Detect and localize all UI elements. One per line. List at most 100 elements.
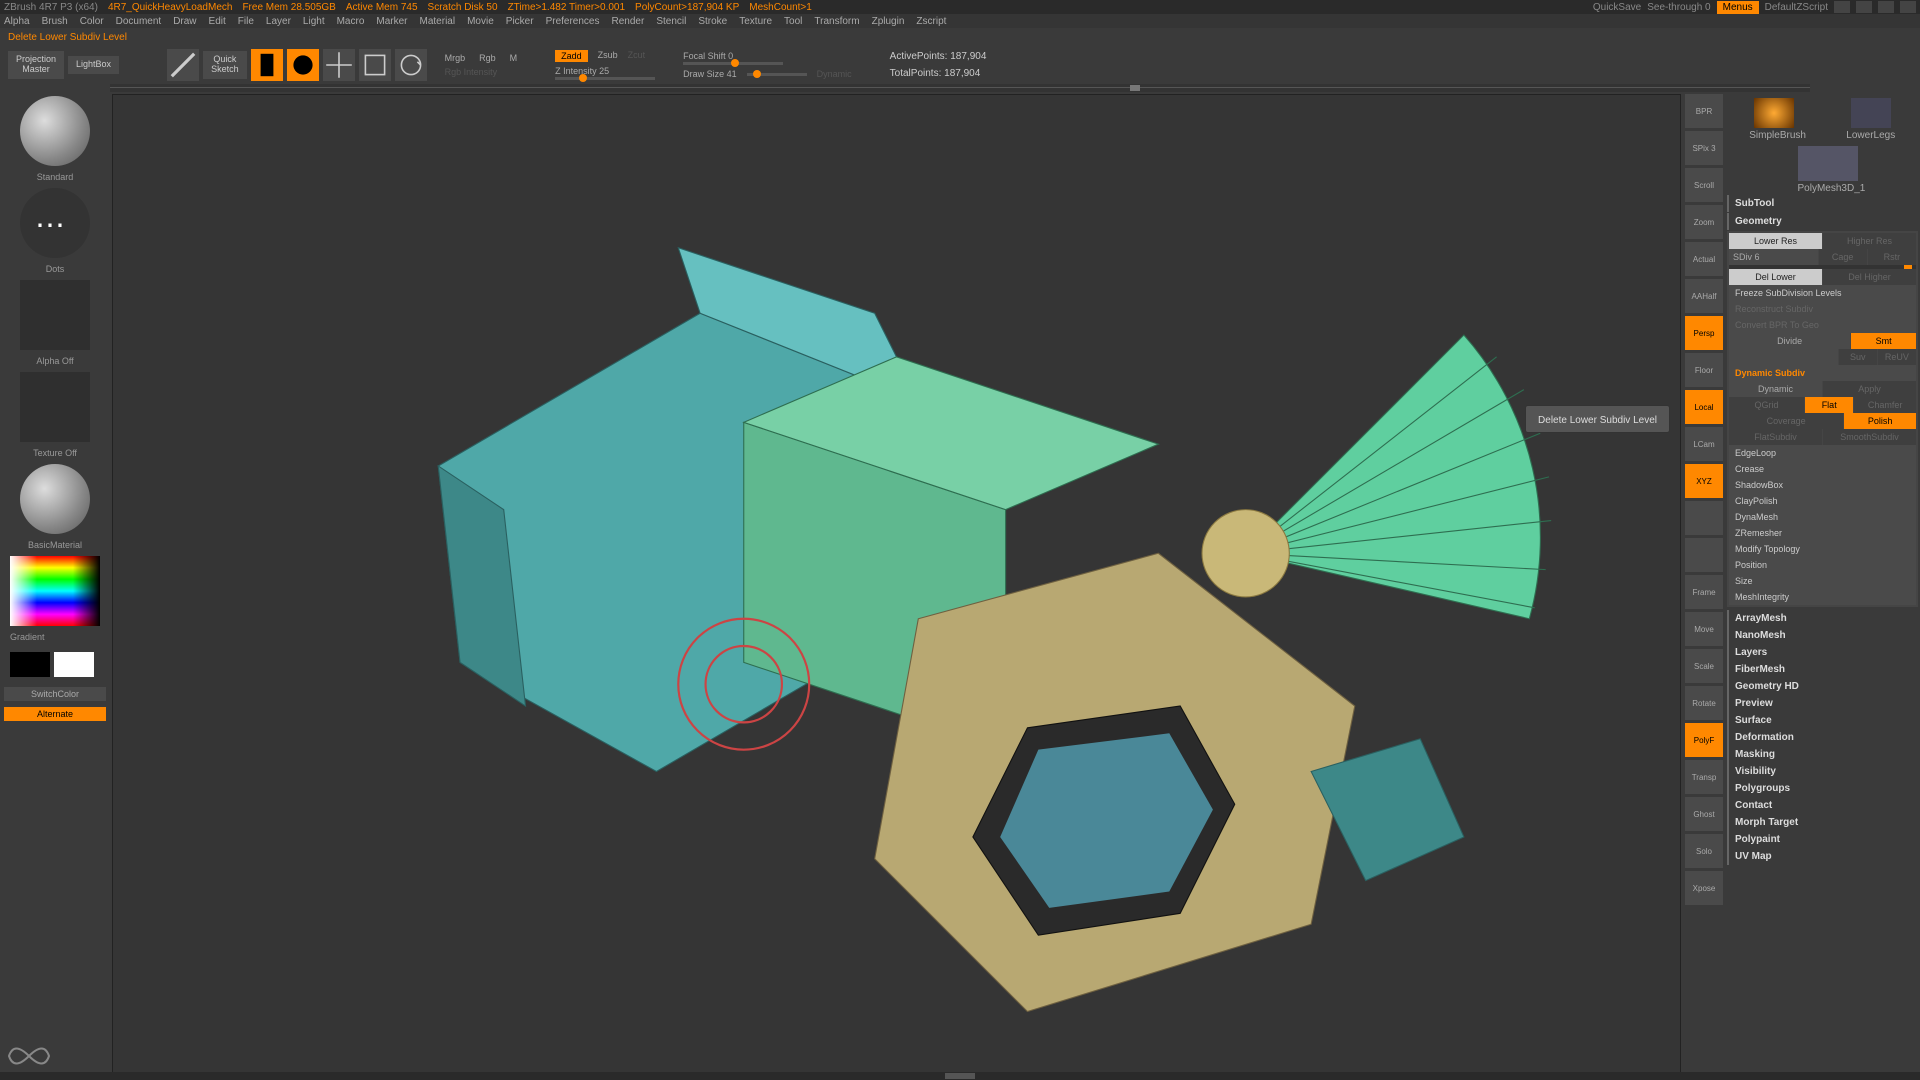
shelf-xyz[interactable]: XYZ [1685,464,1723,498]
menu-zscript[interactable]: Zscript [916,16,946,27]
lower-res-button[interactable]: Lower Res [1729,233,1822,249]
del-lower-button[interactable]: Del Lower [1729,269,1822,285]
section-polypaint[interactable]: Polypaint [1727,831,1918,848]
rstr-button[interactable]: Rstr [1868,249,1916,265]
menu-transform[interactable]: Transform [814,16,859,27]
shelf-lcam[interactable]: LCam [1685,427,1723,461]
geometry-header[interactable]: Geometry [1727,213,1918,230]
m-button[interactable]: M [510,53,518,63]
draw-button[interactable] [287,49,319,81]
shelf-local[interactable]: Local [1685,390,1723,424]
flatsubdiv-slider[interactable]: FlatSubdiv [1729,429,1822,445]
menu-material[interactable]: Material [420,16,456,27]
section-arraymesh[interactable]: ArrayMesh [1727,610,1918,627]
shelf-btn[interactable] [1685,538,1723,572]
menu-edit[interactable]: Edit [209,16,226,27]
shelf-rotate[interactable]: Rotate [1685,686,1723,720]
section-zremesher[interactable]: ZRemesher [1729,525,1916,541]
rotate-button[interactable] [395,49,427,81]
del-higher-button[interactable]: Del Higher [1823,269,1916,285]
tool-thumb-simplebrush[interactable]: SimpleBrush [1749,98,1799,141]
shelf-spix 3[interactable]: SPix 3 [1685,131,1723,165]
section-visibility[interactable]: Visibility [1727,763,1918,780]
window-close-icon[interactable] [1900,1,1916,13]
menu-marker[interactable]: Marker [376,16,407,27]
z-intensity-label[interactable]: Z Intensity 25 [555,66,655,76]
shelf-move[interactable]: Move [1685,612,1723,646]
secondary-color[interactable] [10,652,50,677]
window-max-icon[interactable] [1878,1,1894,13]
tool-thumb-polymesh[interactable]: PolyMesh3D_1 [1798,146,1848,194]
convert-bpr-button[interactable]: Convert BPR To Geo [1729,317,1916,333]
shelf-frame[interactable]: Frame [1685,575,1723,609]
switchcolor-button[interactable]: SwitchColor [4,687,106,701]
sdiv-slider[interactable]: SDiv 6 [1729,249,1818,265]
menu-light[interactable]: Light [303,16,325,27]
color-swatches[interactable] [10,652,100,677]
shelf-ghost[interactable]: Ghost [1685,797,1723,831]
material-thumb[interactable] [20,464,90,534]
coverage-slider[interactable]: Coverage [1729,413,1843,429]
edit-button[interactable] [251,49,283,81]
cage-button[interactable]: Cage [1819,249,1867,265]
shelf-aahalf[interactable]: AAHalf [1685,279,1723,313]
smoothsubdiv-slider[interactable]: SmoothSubdiv [1823,429,1916,445]
window-pin-icon[interactable] [1834,1,1850,13]
seethrough-slider[interactable]: See-through 0 [1647,2,1710,13]
polish-button[interactable]: Polish [1844,413,1916,429]
menu-brush[interactable]: Brush [42,16,68,27]
quicksketch-icon[interactable] [167,49,199,81]
section-geometry-hd[interactable]: Geometry HD [1727,678,1918,695]
alternate-button[interactable]: Alternate [4,707,106,721]
zadd-button[interactable]: Zadd [555,50,588,62]
window-min-icon[interactable] [1856,1,1872,13]
primary-color[interactable] [54,652,94,677]
drag-handle-icon[interactable] [945,1073,975,1079]
zcut-button[interactable]: Zcut [628,50,646,62]
menu-stroke[interactable]: Stroke [698,16,727,27]
viewport[interactable]: Delete Lower Subdiv Level [112,94,1681,1078]
alpha-slot[interactable] [20,280,90,350]
section-layers[interactable]: Layers [1727,644,1918,661]
higher-res-button[interactable]: Higher Res [1823,233,1916,249]
reconstruct-subdiv-button[interactable]: Reconstruct Subdiv [1729,301,1916,317]
chamfer-button[interactable]: Chamfer [1854,397,1916,413]
subtool-header[interactable]: SubTool [1727,195,1918,212]
lightbox-button[interactable]: LightBox [68,56,119,74]
menu-color[interactable]: Color [80,16,104,27]
menu-draw[interactable]: Draw [173,16,196,27]
menu-movie[interactable]: Movie [467,16,494,27]
section-crease[interactable]: Crease [1729,461,1916,477]
section-preview[interactable]: Preview [1727,695,1918,712]
section-masking[interactable]: Masking [1727,746,1918,763]
section-claypolish[interactable]: ClayPolish [1729,493,1916,509]
menu-macro[interactable]: Macro [337,16,365,27]
shelf-xpose[interactable]: Xpose [1685,871,1723,905]
zsub-button[interactable]: Zsub [598,50,618,62]
timeline-ruler[interactable] [110,84,1810,92]
section-deformation[interactable]: Deformation [1727,729,1918,746]
section-edgeloop[interactable]: EdgeLoop [1729,445,1916,461]
shelf-persp[interactable]: Persp [1685,316,1723,350]
divide-button[interactable]: Divide [1729,333,1850,349]
shelf-floor[interactable]: Floor [1685,353,1723,387]
menus-button[interactable]: Menus [1717,1,1759,14]
move-button[interactable] [323,49,355,81]
default-zscript[interactable]: DefaultZScript [1765,2,1828,13]
section-nanomesh[interactable]: NanoMesh [1727,627,1918,644]
menu-alpha[interactable]: Alpha [4,16,30,27]
rgb-button[interactable]: Rgb [479,53,496,63]
dynamic-button[interactable]: Dynamic [1729,381,1822,397]
tool-thumb-lowerlegs[interactable]: LowerLegs [1846,98,1896,141]
shelf-btn[interactable] [1685,501,1723,535]
section-dynamesh[interactable]: DynaMesh [1729,509,1916,525]
menu-render[interactable]: Render [612,16,645,27]
dynamic-label[interactable]: Dynamic [817,69,852,79]
shelf-polyf[interactable]: PolyF [1685,723,1723,757]
quicksketch-button[interactable]: Quick Sketch [203,51,247,79]
menu-picker[interactable]: Picker [506,16,534,27]
projection-master-button[interactable]: Projection Master [8,51,64,79]
menu-document[interactable]: Document [116,16,162,27]
menu-tool[interactable]: Tool [784,16,802,27]
reuv-button[interactable]: ReUV [1878,349,1916,365]
